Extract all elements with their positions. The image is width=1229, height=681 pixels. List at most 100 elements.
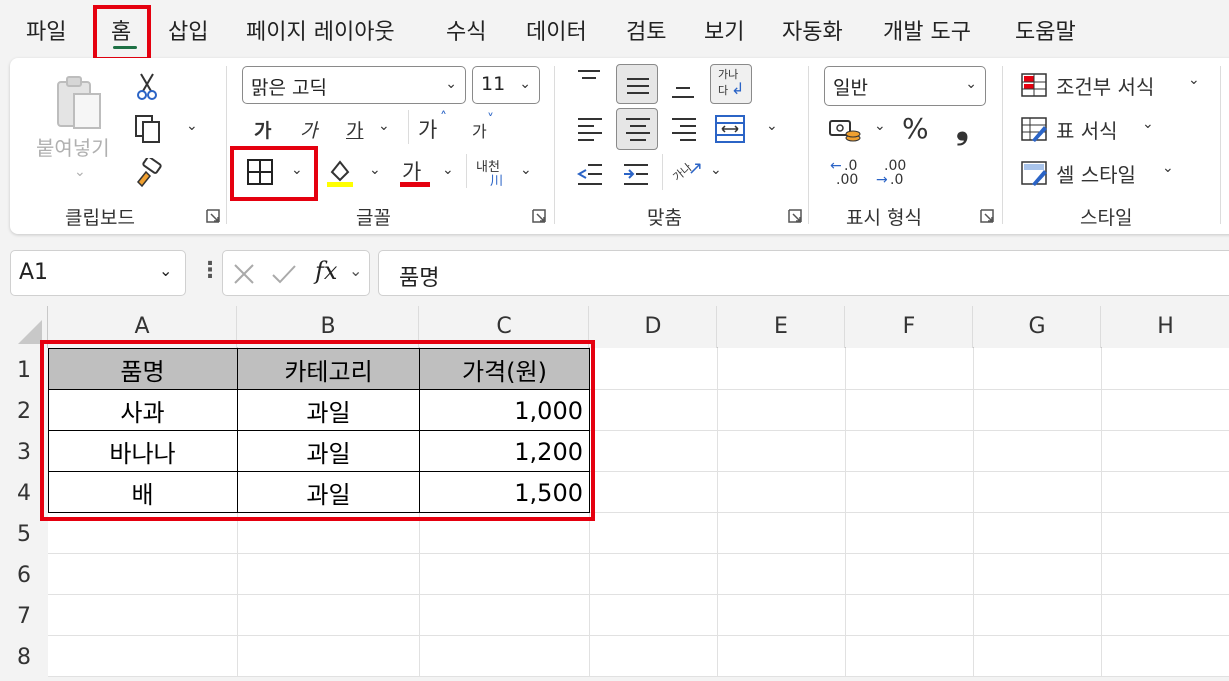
cell-a4[interactable]: 배 <box>48 472 237 513</box>
orientation-dropdown-icon[interactable]: ⌄ <box>710 162 722 178</box>
decrease-decimal-icon[interactable]: .00 → .0 <box>876 158 910 190</box>
format-painter-icon[interactable] <box>134 156 162 188</box>
alignment-dialog-launcher-icon[interactable] <box>788 208 802 223</box>
paste-icon[interactable] <box>56 74 104 132</box>
row-header-2[interactable]: 2 <box>0 389 48 430</box>
borders-icon[interactable] <box>246 158 274 186</box>
formula-value: 품명 <box>399 266 440 291</box>
number-dialog-launcher-icon[interactable] <box>980 208 994 223</box>
copy-dropdown-icon[interactable]: ⌄ <box>186 118 198 134</box>
bold-button[interactable]: 가 <box>254 116 271 143</box>
number-format-select[interactable]: 일반 ⌄ <box>824 66 986 106</box>
tab-review[interactable]: 검토 <box>626 14 666 46</box>
tab-file[interactable]: 파일 <box>26 14 66 46</box>
cell-a1[interactable]: 품명 <box>48 349 237 390</box>
clipboard-dialog-launcher-icon[interactable] <box>206 208 220 223</box>
cell-b3[interactable]: 과일 <box>238 431 419 472</box>
row-header-7[interactable]: 7 <box>0 594 48 635</box>
column-header-g[interactable]: G <box>974 306 1101 348</box>
row-header-3[interactable]: 3 <box>0 430 48 471</box>
row-header-1[interactable]: 1 <box>0 348 48 389</box>
row-header-6[interactable]: 6 <box>0 553 48 594</box>
orientation-icon[interactable]: 가나 ↗ <box>670 158 706 190</box>
font-dialog-launcher-icon[interactable] <box>532 208 546 223</box>
cancel-icon[interactable] <box>233 263 255 285</box>
comma-style-button[interactable]: ❟ <box>956 108 969 147</box>
cell-styles-button[interactable]: 셀 스타일 ⌄ <box>1020 158 1180 188</box>
more-options-icon[interactable]: ⋮ <box>199 258 221 283</box>
tab-automate[interactable]: 자동화 <box>782 14 843 46</box>
tab-insert[interactable]: 삽입 <box>168 14 208 46</box>
cell-c2[interactable]: 1,000 <box>420 390 583 431</box>
cut-icon[interactable] <box>136 72 158 100</box>
underline-dropdown-icon[interactable]: ⌄ <box>378 118 390 134</box>
cell-c4[interactable]: 1,500 <box>420 472 583 513</box>
row-header-5[interactable]: 5 <box>0 512 48 553</box>
tab-view[interactable]: 보기 <box>704 14 744 46</box>
column-header-b[interactable]: B <box>238 306 419 348</box>
merge-center-icon[interactable] <box>714 114 746 144</box>
tab-home[interactable]: 홈 <box>111 14 131 46</box>
cell-b4[interactable]: 과일 <box>238 472 419 513</box>
column-header-e[interactable]: E <box>718 306 845 348</box>
row-header-8[interactable]: 8 <box>0 635 48 677</box>
percent-button[interactable]: % <box>902 112 929 145</box>
cell-a2[interactable]: 사과 <box>48 390 237 431</box>
font-size-select[interactable]: 11 ⌄ <box>472 66 540 104</box>
copy-icon[interactable] <box>134 114 162 144</box>
row-header-4[interactable]: 4 <box>0 471 48 512</box>
paste-dropdown-icon[interactable]: ⌄ <box>74 164 86 180</box>
phonetic-guide-icon[interactable]: 내천 川 <box>474 156 514 190</box>
font-color-icon[interactable]: 가 <box>400 156 430 190</box>
format-as-table-button[interactable]: 표 서식 ⌄ <box>1020 114 1160 144</box>
increase-decimal-icon[interactable]: ← .0 .00 <box>830 158 864 190</box>
accounting-dropdown-icon[interactable]: ⌄ <box>874 118 886 134</box>
increase-indent-icon[interactable] <box>622 162 650 188</box>
conditional-formatting-button[interactable]: 조건부 서식 ⌄ <box>1020 70 1200 100</box>
formula-input[interactable]: 품명 <box>378 250 1229 296</box>
cell-a3[interactable]: 바나나 <box>48 431 237 472</box>
chevron-down-icon[interactable]: ⌄ <box>159 261 172 280</box>
underline-button[interactable]: 가 <box>346 116 363 143</box>
chevron-down-icon[interactable]: ⌄ <box>349 261 362 280</box>
cell-c3[interactable]: 1,200 <box>420 431 583 472</box>
column-header-h[interactable]: H <box>1102 306 1229 348</box>
grow-font-button[interactable]: 가 <box>418 114 437 144</box>
insert-function-icon[interactable]: fx <box>315 257 337 285</box>
align-left-icon[interactable] <box>576 116 604 142</box>
tab-help[interactable]: 도움말 <box>1015 14 1076 46</box>
accounting-format-icon[interactable] <box>828 118 862 144</box>
merge-dropdown-icon[interactable]: ⌄ <box>766 118 778 134</box>
paste-label[interactable]: 붙여넣기 <box>36 132 110 161</box>
italic-button[interactable]: 가 <box>300 116 317 143</box>
font-name-select[interactable]: 맑은 고딕 ⌄ <box>242 66 466 104</box>
align-right-icon[interactable] <box>670 116 698 142</box>
enter-check-icon[interactable] <box>271 263 297 285</box>
wrap-text-button[interactable]: 가나 다 ↲ <box>710 64 752 104</box>
phonetic-dropdown-icon[interactable]: ⌄ <box>520 162 532 178</box>
font-color-dropdown-icon[interactable]: ⌄ <box>442 162 454 178</box>
fill-color-dropdown-icon[interactable]: ⌄ <box>369 162 381 178</box>
cell-c1[interactable]: 가격(원) <box>420 349 589 390</box>
cell-b1[interactable]: 카테고리 <box>238 349 419 390</box>
align-middle-button[interactable] <box>616 64 658 104</box>
shrink-font-button[interactable]: 가 <box>472 118 487 142</box>
tab-page-layout[interactable]: 페이지 레이아웃 <box>246 14 395 46</box>
name-box[interactable]: A1 ⌄ <box>10 250 186 296</box>
borders-dropdown-icon[interactable]: ⌄ <box>291 162 303 178</box>
cell-b2[interactable]: 과일 <box>238 390 419 431</box>
select-all-button[interactable] <box>0 306 48 348</box>
align-bottom-icon[interactable] <box>670 78 696 102</box>
align-center-button[interactable] <box>616 108 658 150</box>
tab-developer[interactable]: 개발 도구 <box>883 14 971 46</box>
align-top-icon[interactable] <box>576 68 602 90</box>
fill-color-icon[interactable] <box>326 158 354 188</box>
tab-formulas[interactable]: 수식 <box>446 14 486 46</box>
column-header-f[interactable]: F <box>846 306 973 348</box>
conditional-formatting-icon <box>1021 73 1047 97</box>
column-header-a[interactable]: A <box>48 306 237 348</box>
tab-data[interactable]: 데이터 <box>526 14 587 46</box>
decrease-indent-icon[interactable] <box>576 162 604 188</box>
column-header-c[interactable]: C <box>420 306 589 348</box>
column-header-d[interactable]: D <box>590 306 717 348</box>
